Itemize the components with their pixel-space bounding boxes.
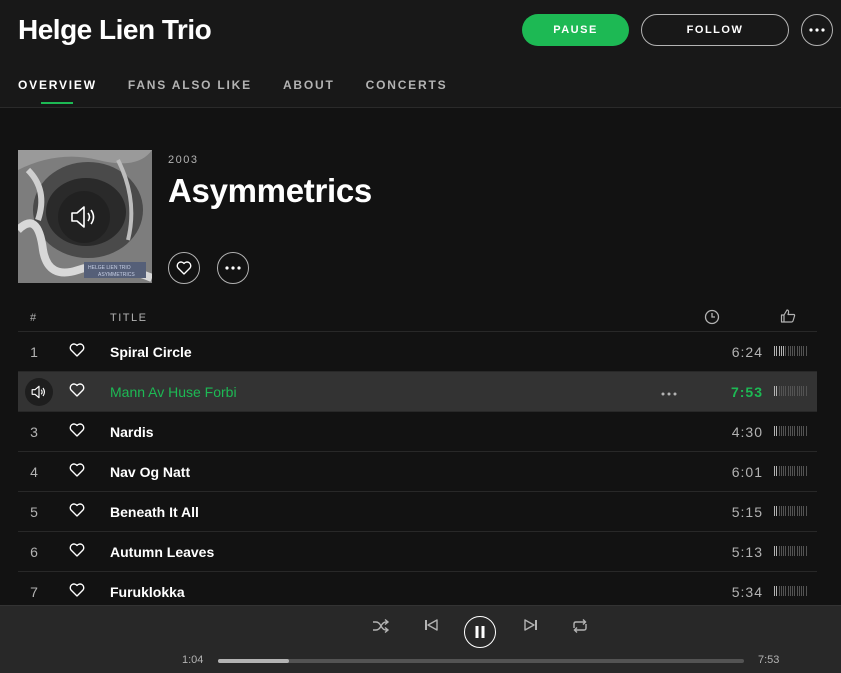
current-time: 1:04 xyxy=(182,654,204,666)
popularity-meter xyxy=(774,386,806,396)
track-number: 7 xyxy=(30,584,38,600)
album-art-text-bottom: ASYMMETRICS xyxy=(98,272,135,278)
popularity-meter xyxy=(774,546,806,556)
previous-button[interactable] xyxy=(424,618,438,632)
track-title: Spiral Circle xyxy=(110,344,192,360)
thumbs-up-icon xyxy=(780,308,796,327)
artist-tabs: OVERVIEW FANS ALSO LIKE ABOUT CONCERTS xyxy=(18,78,478,104)
tab-about[interactable]: ABOUT xyxy=(283,78,335,104)
album-year: 2003 xyxy=(168,154,199,166)
previous-icon xyxy=(425,619,438,631)
heart-icon[interactable] xyxy=(69,343,85,360)
progress-fill xyxy=(218,659,289,663)
track-title: Autumn Leaves xyxy=(110,544,215,560)
popularity-meter xyxy=(774,346,806,356)
progress-bar[interactable] xyxy=(218,659,744,663)
header-title: TITLE xyxy=(110,312,148,324)
tab-concerts[interactable]: CONCERTS xyxy=(366,78,448,104)
speaker-icon[interactable] xyxy=(25,378,53,406)
pause-icon xyxy=(475,626,485,638)
shuffle-button[interactable] xyxy=(372,618,390,634)
track-duration: 4:30 xyxy=(731,424,763,440)
track-duration: 5:13 xyxy=(731,544,763,560)
more-icon xyxy=(225,266,241,270)
play-pause-button[interactable] xyxy=(464,616,496,648)
track-title: Beneath It All xyxy=(110,504,199,520)
next-icon xyxy=(524,619,537,631)
total-time: 7:53 xyxy=(758,654,780,666)
tab-fans-also-like[interactable]: FANS ALSO LIKE xyxy=(128,78,252,104)
repeat-button[interactable] xyxy=(571,618,589,634)
heart-icon[interactable] xyxy=(69,463,85,480)
tracklist-header: # TITLE xyxy=(18,302,817,332)
track-number: 4 xyxy=(30,464,38,480)
track-row[interactable]: 3 Nardis 4:30 xyxy=(18,412,817,452)
header-number: # xyxy=(30,312,38,324)
track-number: 6 xyxy=(30,544,38,560)
heart-icon[interactable] xyxy=(69,503,85,520)
heart-icon[interactable] xyxy=(69,423,85,440)
album-art-text-top: HELGE LIEN TRIO xyxy=(88,265,131,271)
track-row[interactable]: Mann Av Huse Forbi 7:53 xyxy=(18,372,817,412)
clock-icon xyxy=(704,309,720,328)
heart-icon[interactable] xyxy=(69,383,85,400)
more-icon xyxy=(809,28,825,32)
tab-overview[interactable]: OVERVIEW xyxy=(18,78,97,104)
album-save-button[interactable] xyxy=(168,252,200,284)
player-bar: 1:04 7:53 xyxy=(0,605,841,673)
popularity-meter xyxy=(774,466,806,476)
tracklist: # TITLE 1 Spiral Circle 6:24 Mann Av Huse F… xyxy=(18,302,817,612)
track-title: Mann Av Huse Forbi xyxy=(110,384,237,400)
artist-header: Helge Lien Trio PAUSE FOLLOW OVERVIEW FA… xyxy=(0,0,841,108)
track-number: 3 xyxy=(30,424,38,440)
pause-button[interactable]: PAUSE xyxy=(522,14,629,46)
album-more-button[interactable] xyxy=(217,252,249,284)
popularity-meter xyxy=(774,506,806,516)
album-cover[interactable]: HELGE LIEN TRIO ASYMMETRICS xyxy=(18,150,152,283)
track-duration: 5:34 xyxy=(731,584,763,600)
popularity-meter xyxy=(774,426,806,436)
artist-name: Helge Lien Trio xyxy=(18,14,212,45)
track-duration: 6:24 xyxy=(731,344,763,360)
popularity-meter xyxy=(774,586,806,596)
shuffle-icon xyxy=(373,618,390,634)
speaker-icon xyxy=(71,206,95,228)
track-number: 1 xyxy=(30,344,38,360)
track-number: 5 xyxy=(30,504,38,520)
track-title: Furuklokka xyxy=(110,584,185,600)
follow-button[interactable]: FOLLOW xyxy=(641,14,789,46)
heart-icon[interactable] xyxy=(69,583,85,600)
heart-icon xyxy=(176,261,192,275)
track-row[interactable]: 4 Nav Og Natt 6:01 xyxy=(18,452,817,492)
track-duration: 6:01 xyxy=(731,464,763,480)
more-icon[interactable] xyxy=(661,383,677,399)
track-title: Nav Og Natt xyxy=(110,464,191,480)
track-duration: 5:15 xyxy=(731,504,763,520)
track-row[interactable]: 1 Spiral Circle 6:24 xyxy=(18,332,817,372)
album-title: Asymmetrics xyxy=(168,172,372,209)
track-row[interactable]: 6 Autumn Leaves 5:13 xyxy=(18,532,817,572)
more-options-button[interactable] xyxy=(801,14,833,46)
heart-icon[interactable] xyxy=(69,543,85,560)
track-title: Nardis xyxy=(110,424,154,440)
next-button[interactable] xyxy=(524,618,538,632)
track-duration: 7:53 xyxy=(730,384,763,400)
repeat-icon xyxy=(573,619,587,633)
now-playing-overlay[interactable] xyxy=(58,191,110,243)
track-row[interactable]: 5 Beneath It All 5:15 xyxy=(18,492,817,532)
